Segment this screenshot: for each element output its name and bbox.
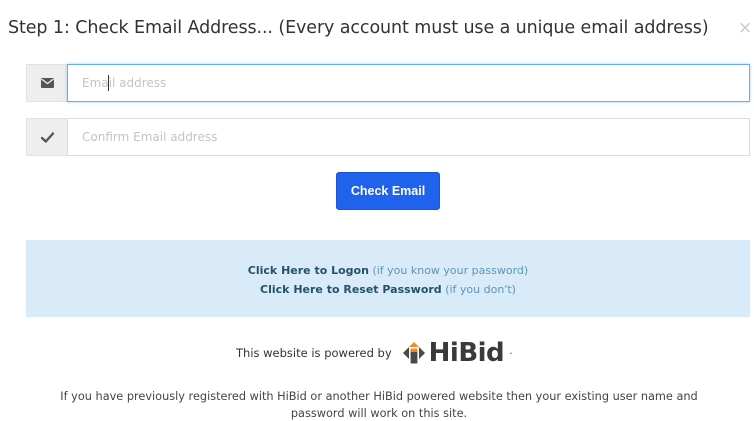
logon-line: Click Here to Logon (if you know your pa… — [26, 264, 750, 277]
close-icon[interactable]: × — [738, 20, 752, 37]
account-help-box: Click Here to Logon (if you know your pa… — [26, 240, 750, 317]
reset-line: Click Here to Reset Password (if you don… — [26, 283, 750, 296]
confirm-email-input-group — [26, 118, 750, 156]
check-email-button[interactable]: Check Email — [336, 172, 440, 210]
powered-by: This website is powered by HiBid · — [236, 338, 513, 368]
powered-by-text: This website is powered by — [236, 346, 392, 360]
footnote-line-1: If you have previously registered with H… — [60, 390, 698, 403]
hibid-wordmark: HiBid — [428, 338, 505, 368]
hibid-logo[interactable]: HiBid — [402, 340, 505, 366]
existing-account-note: If you have previously registered with H… — [4, 388, 754, 421]
footnote-line-2: password will work on this site. — [290, 407, 468, 420]
separator-dot: · — [509, 346, 513, 360]
checkmark-icon — [26, 118, 67, 156]
logon-link[interactable]: Click Here to Logon — [248, 264, 369, 277]
text-cursor — [108, 75, 109, 91]
email-input-group — [26, 64, 750, 102]
reset-password-link[interactable]: Click Here to Reset Password — [260, 283, 442, 296]
logon-note: (if you know your password) — [372, 264, 529, 277]
modal-title: Step 1: Check Email Address... (Every ac… — [8, 18, 709, 38]
email-field[interactable] — [67, 64, 750, 102]
registration-modal: Step 1: Check Email Address... (Every ac… — [0, 0, 754, 421]
envelope-icon — [26, 64, 67, 102]
hibid-gavel-icon — [402, 342, 425, 364]
reset-note: (if you don't) — [445, 283, 516, 296]
confirm-email-field[interactable] — [67, 118, 750, 156]
